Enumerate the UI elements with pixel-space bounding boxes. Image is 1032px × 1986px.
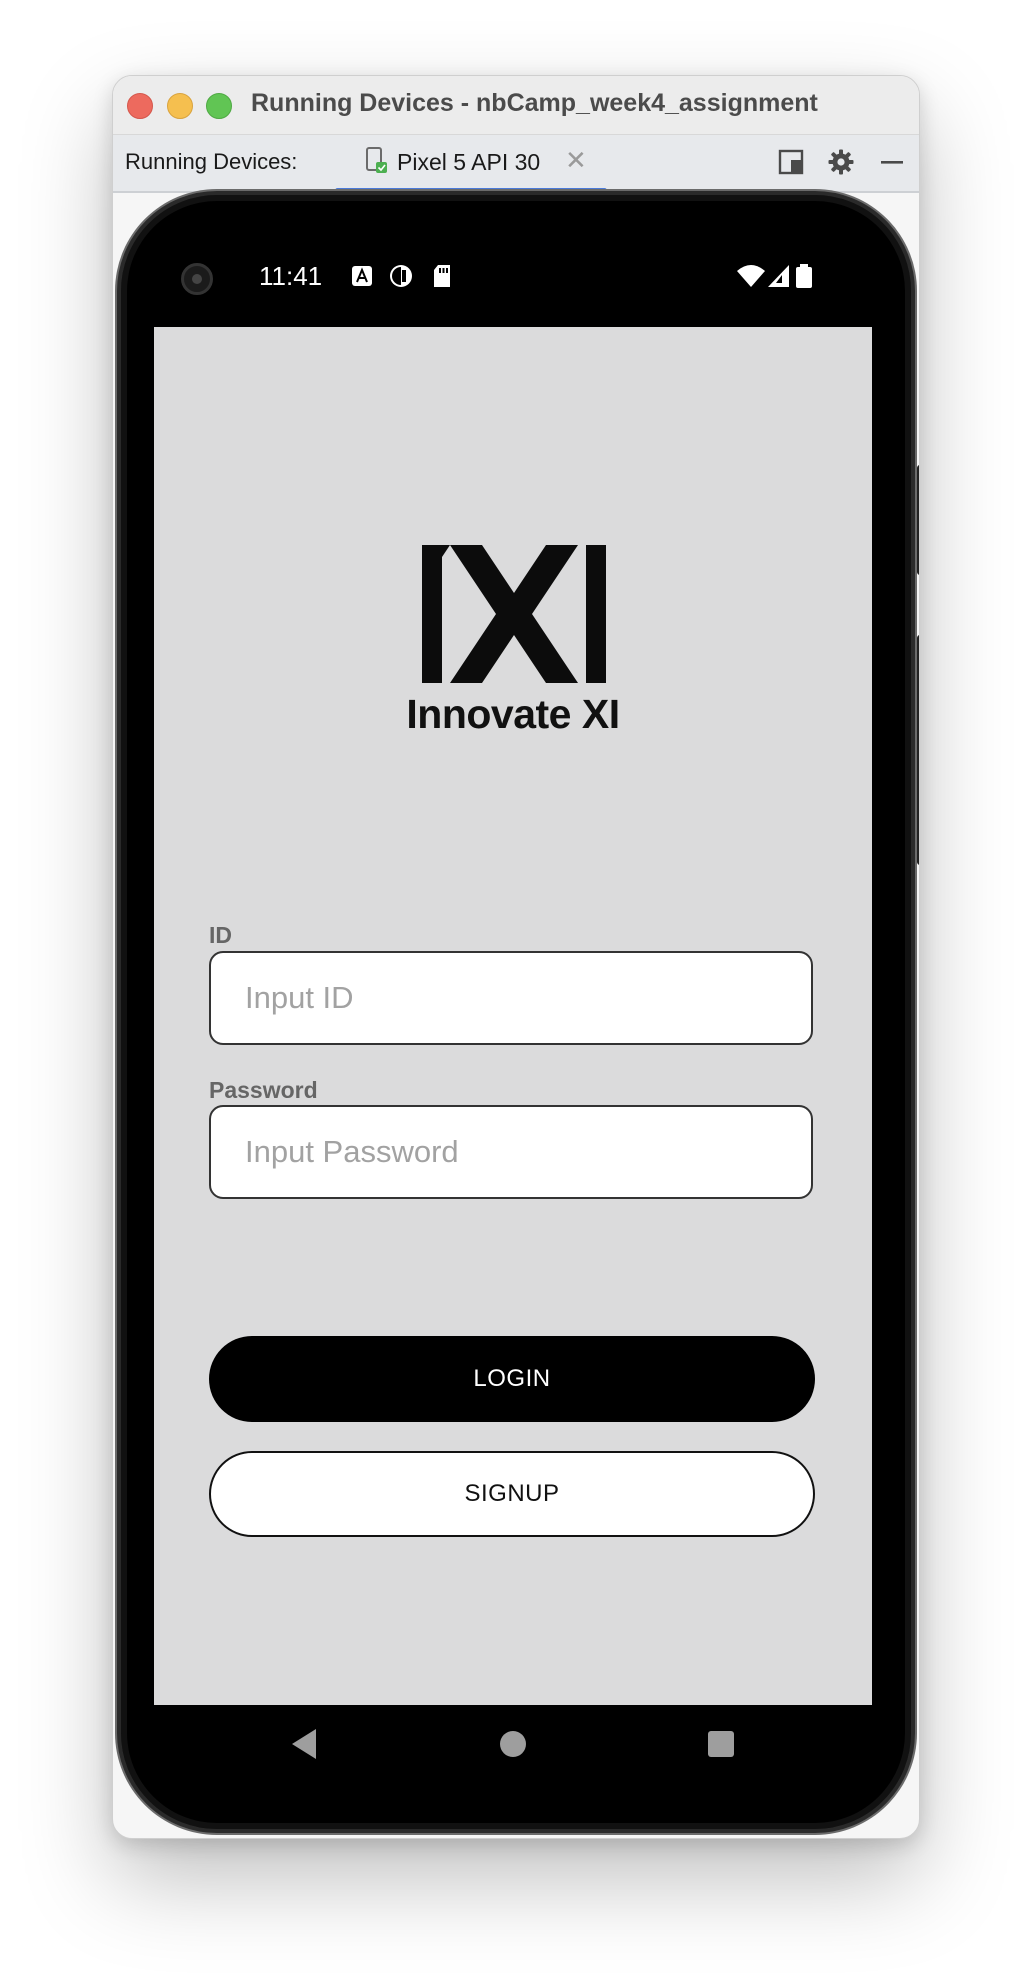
tab-pixel-5-api-30[interactable]: Pixel 5 API 30 ✕ (335, 135, 607, 193)
title-bar: Running Devices - nbCamp_week4_assignmen… (113, 76, 919, 135)
sd-card-icon (434, 265, 450, 287)
data-saver-icon (390, 265, 412, 287)
recents-icon[interactable] (706, 1727, 736, 1761)
window-title: Running Devices - nbCamp_week4_assignmen… (251, 89, 818, 117)
emulator-window: Running Devices - nbCamp_week4_assignmen… (112, 75, 920, 1839)
login-button[interactable]: LOGIN (209, 1336, 815, 1422)
volume-button[interactable] (917, 465, 919, 575)
phone-frame: 11:41 Innovate XI ID Input ID Password L… (117, 191, 919, 1833)
close-icon[interactable]: ✕ (565, 145, 587, 176)
window-close-button[interactable] (127, 93, 153, 119)
font-a-icon (352, 266, 372, 286)
minimize-icon[interactable] (878, 148, 906, 176)
layout-icon[interactable] (777, 148, 805, 176)
navigation-bar (154, 1705, 872, 1785)
home-icon[interactable] (498, 1727, 528, 1761)
id-field[interactable] (209, 951, 813, 1045)
tab-label: Pixel 5 API 30 (397, 149, 541, 175)
signup-button[interactable]: SIGNUP (209, 1451, 815, 1537)
camera-icon (181, 263, 213, 295)
running-devices-toolbar: Running Devices: Pixel 5 API 30 ✕ (113, 135, 919, 193)
id-label: ID (209, 922, 232, 948)
app-screen: Innovate XI ID Password LOGIN SIGNUP (154, 327, 872, 1705)
wifi-icon (737, 265, 765, 287)
gear-icon[interactable] (827, 148, 855, 176)
running-devices-label: Running Devices: (125, 149, 298, 174)
brand-name: Innovate XI (406, 691, 620, 737)
status-time: 11:41 (259, 261, 323, 291)
window-minimize-button[interactable] (167, 93, 193, 119)
password-field[interactable] (209, 1105, 813, 1199)
id-input[interactable] (211, 953, 811, 1043)
power-button[interactable] (917, 635, 919, 865)
battery-icon (796, 264, 812, 288)
password-label: Password (209, 1077, 318, 1103)
back-icon[interactable] (290, 1727, 318, 1761)
signal-icon (768, 265, 789, 287)
innovate-xi-logo (422, 545, 606, 683)
window-maximize-button[interactable] (206, 93, 232, 119)
password-input[interactable] (211, 1107, 811, 1197)
device-icon (366, 147, 387, 173)
